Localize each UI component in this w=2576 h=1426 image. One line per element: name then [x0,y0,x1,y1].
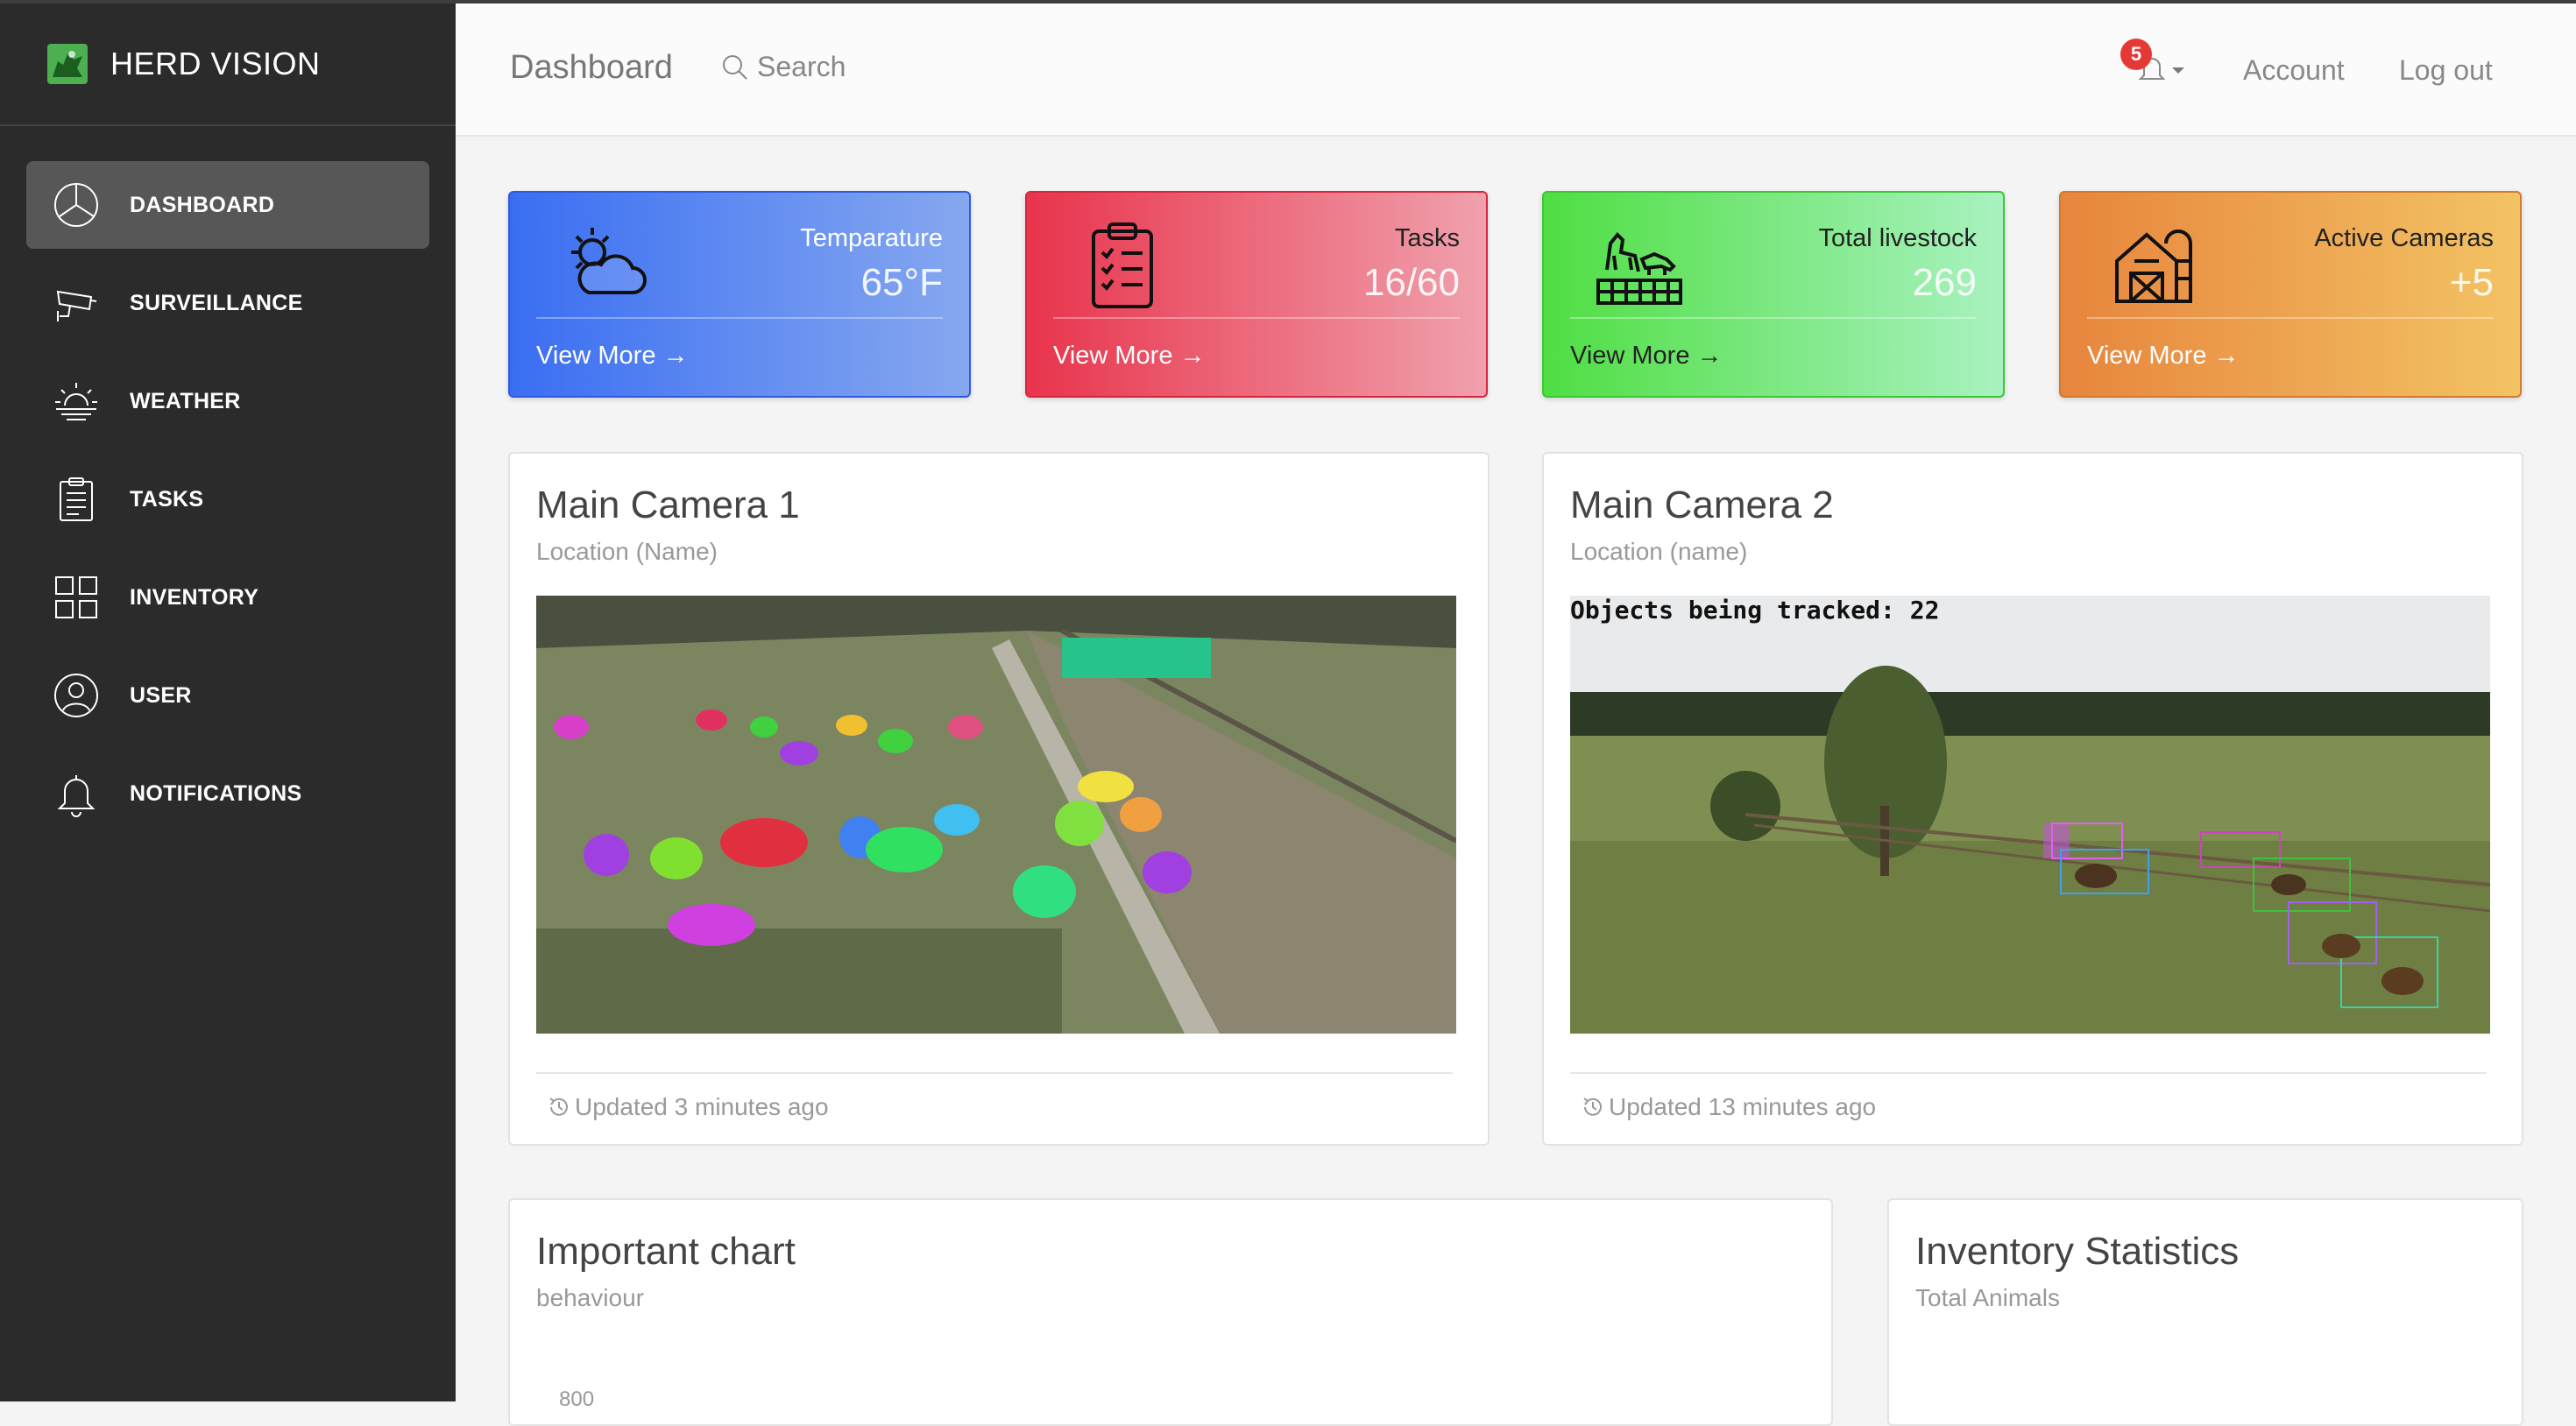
sidebar-nav: DASHBOARD SURVEILLANCE WEATHER TASKS INV… [0,126,456,837]
logout-link[interactable]: Log out [2399,54,2493,87]
pie-chart-icon [53,181,100,229]
search-label: Search [757,51,846,82]
top-header: Dashboard Search 5 Account Log out [456,4,2576,137]
card-title: Active Cameras [2314,224,2494,252]
camera-1-image [536,596,1456,1034]
card-divider [1053,317,1460,319]
panel-title: Main Camera 1 [536,484,800,526]
sidebar-item-label: DASHBOARD [130,192,275,217]
card-divider [2087,317,2494,319]
sidebar-item-label: NOTIFICATIONS [130,780,302,806]
sidebar-item-label: SURVEILLANCE [130,290,303,315]
sunrise-icon [53,378,100,425]
barn-icon [2115,229,2192,303]
grid-icon [53,574,100,621]
sidebar-item-label: INVENTORY [130,584,259,610]
livestock-card: Total livestock 269 View More → [1542,191,2005,398]
sidebar-item-dashboard[interactable]: DASHBOARD [26,161,429,249]
camera-2-image: Objects being tracked: 22 [1570,596,2490,1034]
inventory-statistics-panel: Inventory Statistics Total Animals [1887,1198,2523,1426]
sidebar-item-label: WEATHER [130,388,241,413]
history-icon [549,1098,568,1116]
panel-subtitle: Location (Name) [536,538,718,565]
history-icon [1583,1098,1602,1116]
view-more-link[interactable]: View More → [1053,342,1206,371]
card-divider [1570,317,1977,319]
tasks-card: Tasks 16/60 View More → [1025,191,1488,398]
main-camera-2-panel: Main Camera 2 Location (name) Objects be… [1542,452,2523,1146]
panel-subtitle: Location (name) [1570,538,1748,565]
brand-name: HERD VISION [110,46,321,81]
important-chart-panel: Important chart behaviour 800 [508,1198,1833,1426]
sidebar-item-user[interactable]: USER [26,652,429,739]
notification-count-badge: 5 [2120,39,2152,70]
sidebar-item-tasks[interactable]: TASKS [26,455,429,543]
clipboard-icon [53,476,100,523]
livestock-icon [1596,232,1682,305]
camera-1-feed[interactable] [536,596,1456,1034]
panel-divider [1570,1072,2487,1074]
camera-1-updated: Updated 3 minutes ago [547,1093,829,1121]
view-more-link[interactable]: View More → [1570,342,1723,371]
updated-text: Updated 3 minutes ago [575,1093,829,1120]
panel-divider [536,1072,1453,1074]
panel-subtitle: behaviour [536,1284,644,1311]
card-title: Temparature [800,224,943,252]
herd-vision-logo-icon [47,44,88,84]
view-more-link[interactable]: View More → [536,342,689,371]
panel-title: Inventory Statistics [1915,1230,2240,1273]
cloudy-sun-icon [571,228,647,294]
y-axis-tick: 800 [559,1387,595,1411]
temperature-card: Temparature 65°F View More → [508,191,971,398]
panel-title: Main Camera 2 [1570,484,1834,526]
sidebar-item-surveillance[interactable]: SURVEILLANCE [26,259,429,347]
sidebar: HERD VISION DASHBOARD SURVEILLANCE WEATH… [0,4,456,1401]
card-value: 16/60 [1362,261,1460,304]
sidebar-item-label: USER [130,682,192,708]
cctv-camera-icon [53,279,100,327]
camera-2-updated: Updated 13 minutes ago [1581,1093,1876,1121]
card-divider [536,317,943,319]
card-title: Tasks [1394,224,1460,252]
sidebar-item-inventory[interactable]: INVENTORY [26,554,429,641]
view-more-link[interactable]: View More → [2087,342,2240,371]
camera-2-feed[interactable]: Objects being tracked: 22 [1570,596,2490,1034]
brand[interactable]: HERD VISION [0,4,456,126]
updated-text: Updated 13 minutes ago [1609,1093,1877,1120]
clipboard-checklist-icon [1092,222,1153,308]
search-button[interactable]: Search [720,51,846,83]
card-title: Total livestock [1818,224,1977,252]
user-icon [53,672,100,719]
tracking-overlay: Objects being tracked: 22 [1570,596,1939,625]
panel-title: Important chart [536,1230,796,1273]
main-camera-1-panel: Main Camera 1 Location (Name) Updated 3 … [508,452,1490,1146]
panel-subtitle: Total Animals [1915,1284,2060,1311]
sidebar-item-label: TASKS [130,486,204,512]
account-link[interactable]: Account [2243,54,2345,87]
search-icon [723,54,747,80]
card-value: +5 [2449,261,2494,304]
sidebar-item-weather[interactable]: WEATHER [26,357,429,445]
card-value: 269 [1912,261,1977,304]
notification-dropdown[interactable]: 5 [2120,39,2190,98]
bell-icon [53,770,100,817]
chevron-down-icon [2172,67,2184,74]
sidebar-item-notifications[interactable]: NOTIFICATIONS [26,750,429,837]
page-title[interactable]: Dashboard [510,49,673,87]
active-cameras-card: Active Cameras +5 View More → [2059,191,2522,398]
card-value: 65°F [860,261,943,304]
